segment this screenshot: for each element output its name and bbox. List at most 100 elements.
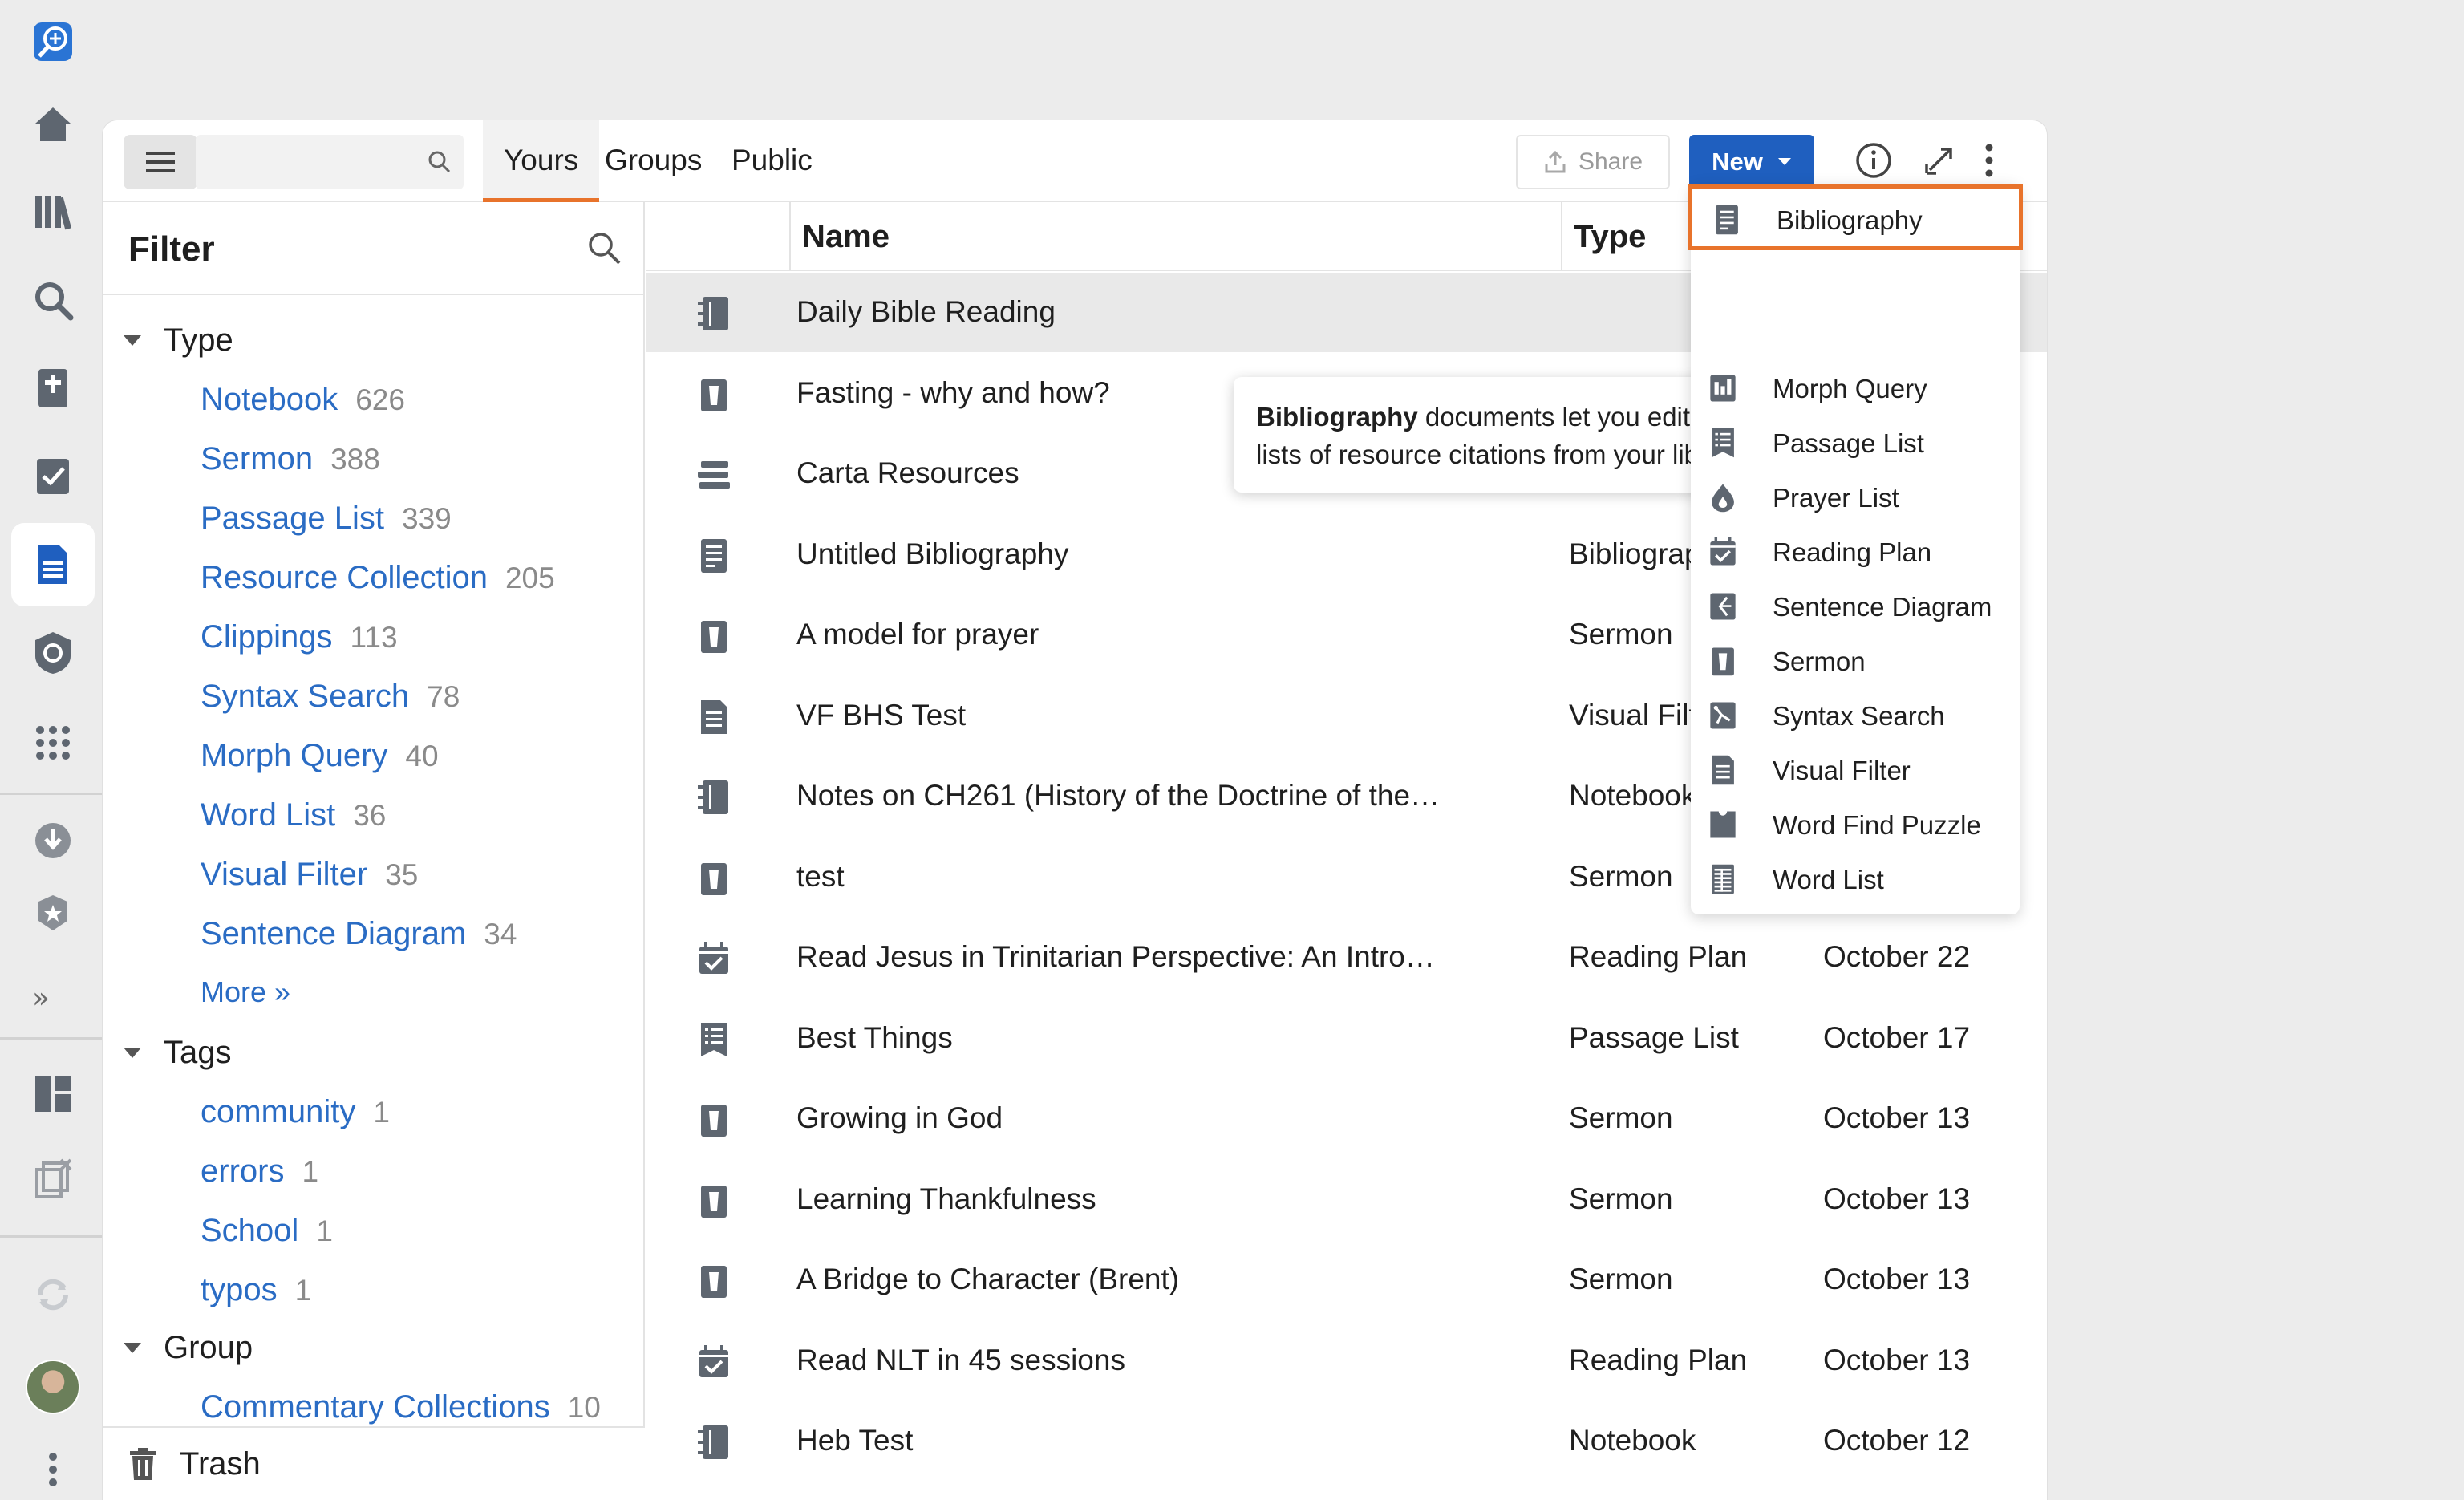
- new-menu-item-syntax-search[interactable]: Syntax Search: [1691, 688, 2020, 743]
- column-header-type[interactable]: Type: [1574, 202, 1646, 271]
- morph-query-icon: [1707, 372, 1739, 404]
- table-row[interactable]: Growing in God Sermon October 13: [646, 1079, 2047, 1158]
- new-menu-item-reading-plan[interactable]: Reading Plan: [1691, 525, 2020, 579]
- new-menu-item-word-list[interactable]: Word List: [1691, 852, 2020, 906]
- filter-item-resource-collection[interactable]: Resource Collection 205: [201, 560, 555, 596]
- table-row[interactable]: Read NLT in 45 sessions Reading Plan Octob…: [646, 1321, 2047, 1401]
- table-row[interactable]: Best Things Passage List October 17: [646, 999, 2047, 1078]
- library-icon[interactable]: [11, 170, 95, 253]
- document-search-field[interactable]: [196, 135, 464, 189]
- column-header-name[interactable]: Name: [802, 202, 890, 271]
- new-menu-item-passage-list[interactable]: Passage List: [1691, 416, 2020, 470]
- caret-down-icon: [1777, 158, 1791, 165]
- filter-tag-community[interactable]: community 1: [201, 1094, 390, 1130]
- new-menu-item-visual-filter[interactable]: Visual Filter: [1691, 743, 2020, 797]
- document-date: October 13: [1823, 1343, 1971, 1376]
- tab-groups[interactable]: Groups: [584, 120, 723, 202]
- search-icon[interactable]: [11, 258, 95, 342]
- filter-label: School: [201, 1213, 299, 1248]
- info-icon[interactable]: [1854, 141, 1893, 184]
- word-find-puzzle-icon: [1707, 809, 1739, 841]
- filter-item-visual-filter[interactable]: Visual Filter 35: [201, 857, 418, 893]
- home-icon[interactable]: [11, 82, 95, 165]
- more-options-icon[interactable]: [1980, 141, 1999, 184]
- new-menu-item-morph-query[interactable]: Morph Query: [1691, 361, 2020, 416]
- trash-button[interactable]: Trash: [103, 1426, 645, 1500]
- document-search-input[interactable]: [196, 135, 412, 189]
- new-menu-item-sermon[interactable]: Sermon: [1691, 634, 2020, 688]
- document-name: Untitled Bibliography: [796, 537, 1069, 570]
- group-label: Group: [164, 1330, 253, 1365]
- filter-item-notebook[interactable]: Notebook 626: [201, 382, 405, 418]
- shield-icon[interactable]: [11, 871, 95, 955]
- tab-public[interactable]: Public: [711, 120, 833, 202]
- filter-group-group[interactable]: Group: [124, 1330, 253, 1366]
- filter-label: community: [201, 1094, 356, 1129]
- trash-icon: [130, 1448, 156, 1480]
- filter-count: 1: [294, 1274, 312, 1307]
- filter-count: 388: [330, 443, 380, 476]
- document-type: Sermon: [1569, 1263, 1673, 1295]
- bibliography-icon: [696, 537, 732, 574]
- share-button[interactable]: Share: [1516, 135, 1670, 189]
- sermon-icon: [696, 860, 732, 897]
- sync-icon[interactable]: [11, 1253, 95, 1336]
- new-document-button[interactable]: New: [1689, 135, 1814, 189]
- open-in-panel-icon[interactable]: [1920, 141, 1959, 184]
- bibliography-icon: [1711, 204, 1743, 236]
- guides-icon[interactable]: [11, 611, 95, 695]
- filter-search-icon[interactable]: [586, 229, 622, 266]
- tasks-icon[interactable]: [11, 435, 95, 518]
- passage-list-icon: [1707, 427, 1739, 459]
- filter-more-link[interactable]: More »: [201, 975, 290, 1009]
- hamburger-menu-button[interactable]: [124, 135, 197, 189]
- sermon-icon: [696, 376, 732, 413]
- table-row[interactable]: Unnamed Collection (7)Resource Collectic…: [646, 1482, 2047, 1500]
- document-date: October 22: [1823, 940, 1971, 973]
- prayer-list-icon: [1707, 481, 1739, 513]
- expand-rail-icon[interactable]: »: [32, 982, 50, 1015]
- filter-group-type[interactable]: Type: [124, 322, 233, 359]
- more-vertical-icon[interactable]: [11, 1428, 95, 1500]
- user-avatar[interactable]: [26, 1360, 80, 1414]
- filter-label: Sermon: [201, 441, 314, 476]
- document-date: October 13: [1823, 1101, 1971, 1134]
- new-menu-item-prayer-list[interactable]: Prayer List: [1691, 470, 2020, 525]
- filter-item-morph-query[interactable]: Morph Query 40: [201, 738, 439, 774]
- tab-yours[interactable]: Yours: [483, 120, 600, 202]
- filter-item-clippings[interactable]: Clippings 113: [201, 619, 398, 655]
- notebook-icon: [696, 295, 732, 332]
- document-date: October 17: [1823, 1020, 1971, 1054]
- filter-group-tags[interactable]: Tags: [124, 1035, 232, 1071]
- filter-count: 34: [484, 918, 517, 951]
- table-row[interactable]: A Bridge to Character (Brent) Sermon Octob…: [646, 1240, 2047, 1320]
- filter-group-commentary-collections[interactable]: Commentary Collections 10: [201, 1389, 601, 1425]
- layouts-icon[interactable]: [11, 1052, 95, 1136]
- documents-icon[interactable]: [11, 523, 95, 606]
- group-label: Tags: [164, 1035, 232, 1070]
- menu-item-label: Passage List: [1773, 428, 1924, 458]
- apps-icon[interactable]: [11, 699, 95, 783]
- table-row[interactable]: Learning Thankfulness Sermon October 13: [646, 1160, 2047, 1239]
- filter-item-syntax-search[interactable]: Syntax Search 78: [201, 679, 460, 715]
- filter-label: Visual Filter: [201, 857, 368, 892]
- menu-item-label: Bibliography: [1777, 205, 1923, 235]
- filter-label: Commentary Collections: [201, 1389, 550, 1425]
- filter-item-sentence-diagram[interactable]: Sentence Diagram 34: [201, 916, 517, 952]
- new-menu-item-word-find-puzzle[interactable]: Word Find Puzzle: [1691, 797, 2020, 852]
- filter-item-word-list[interactable]: Word List 36: [201, 797, 386, 833]
- download-icon[interactable]: [11, 799, 95, 882]
- filter-tag-errors[interactable]: errors 1: [201, 1153, 318, 1190]
- logos-logo-icon[interactable]: [11, 0, 95, 83]
- filter-item-passage-list[interactable]: Passage List 339: [201, 501, 452, 537]
- filter-tag-school[interactable]: School 1: [201, 1213, 333, 1249]
- table-row[interactable]: Heb Test Notebook October 12: [646, 1401, 2047, 1481]
- clippings-close-icon[interactable]: [11, 1137, 95, 1221]
- new-menu-item-bibliography[interactable]: Bibliography: [1688, 184, 2023, 250]
- visual-filter-icon: [696, 699, 732, 736]
- new-menu-item-sentence-diagram[interactable]: Sentence Diagram: [1691, 579, 2020, 634]
- bible-icon[interactable]: [11, 347, 95, 430]
- table-row[interactable]: Read Jesus in Trinitarian Perspective: A…: [646, 918, 2047, 997]
- filter-item-sermon[interactable]: Sermon 388: [201, 441, 380, 477]
- filter-tag-typos[interactable]: typos 1: [201, 1272, 311, 1308]
